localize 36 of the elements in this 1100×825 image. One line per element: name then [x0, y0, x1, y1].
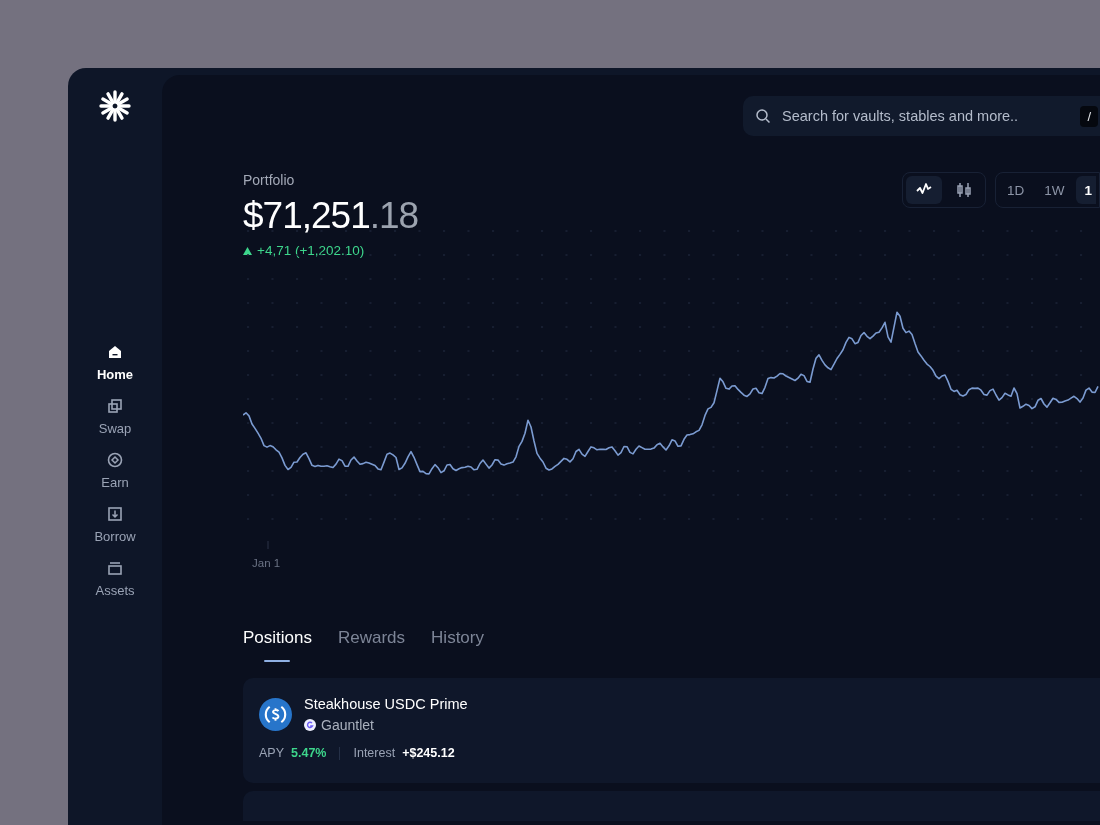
range-button[interactable]: 1 [1076, 176, 1096, 204]
search-field[interactable]: Search for vaults, stables and more.. [780, 107, 1072, 125]
sidebar-item[interactable]: Home [80, 343, 150, 382]
axis-label: Jan 1 [252, 557, 282, 569]
portfolio-title: Portfolio [243, 172, 296, 188]
range-button[interactable]: 1W [1036, 176, 1073, 204]
apy-label: APY [259, 746, 284, 760]
interest-label: Interest [353, 746, 396, 760]
portfolio-value: $71,251.18 [243, 195, 419, 237]
search-bar[interactable]: Search for vaults, stables and more.. / [743, 96, 1100, 136]
dollar-coin-icon [259, 698, 292, 731]
curator-icon [304, 719, 316, 731]
interest-value: +$245.12 [402, 746, 455, 760]
shortcut-key: / [1080, 105, 1098, 127]
sidebar-item[interactable]: Earn [80, 451, 150, 490]
candlestick-icon [954, 181, 973, 199]
tab[interactable]: Positions [243, 628, 312, 662]
sidebar-item[interactable]: Borrow [80, 505, 150, 544]
home-icon [106, 343, 124, 361]
portfolio-change: +4,71 (+1,202.10) [257, 243, 365, 258]
curator-name: Gauntlet [321, 717, 374, 733]
tab[interactable]: History [431, 628, 484, 662]
apy-value: 5.47% [291, 746, 327, 760]
search-icon [755, 108, 771, 124]
sidebar-item[interactable]: Swap [80, 397, 150, 436]
swap-icon [106, 397, 124, 415]
position-card[interactable]: Steakhouse USDC Prime Gauntlet APY 5.47% Interest +$245.12 [243, 678, 1100, 783]
tab[interactable]: Rewards [338, 628, 406, 662]
earn-icon [106, 451, 124, 469]
sidebar-item[interactable]: Assets [80, 559, 150, 598]
assets-icon [106, 559, 124, 577]
borrow-icon [106, 505, 124, 523]
line-chart-button[interactable] [905, 176, 942, 204]
position-name: Steakhouse USDC Prime [304, 696, 468, 712]
range-button[interactable]: 1D [998, 176, 1033, 204]
logo-icon [99, 90, 131, 122]
